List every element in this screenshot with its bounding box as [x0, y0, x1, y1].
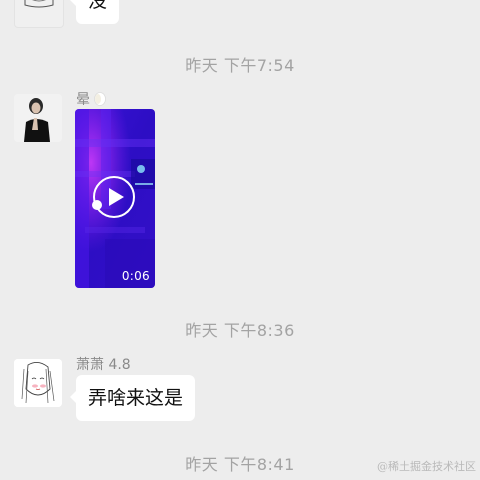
avatar-sketch-image: [14, 359, 62, 407]
avatar-photo-image: [14, 94, 62, 142]
message-bubble-top[interactable]: 没: [69, 0, 120, 24]
watermark: @稀土掘金技术社区: [377, 460, 476, 473]
moon-icon: [94, 92, 107, 106]
message-text-top: 没: [88, 0, 108, 12]
play-icon: [92, 176, 135, 218]
play-button[interactable]: [92, 176, 135, 218]
message-text-2: 弄啥来这是: [88, 387, 184, 409]
avatar-sender-2[interactable]: [14, 359, 62, 407]
video-duration: 0:06: [121, 269, 150, 283]
sender-name-1: 晕: [76, 89, 107, 109]
message-bubble-2[interactable]: 弄啥来这是: [69, 375, 196, 421]
avatar-sender-1[interactable]: [14, 94, 62, 142]
sender-name-2: 萧萧 4.8: [76, 357, 131, 373]
avatar-sketch-image: [24, 0, 54, 8]
timestamp-2: 昨天 下午8:36: [185, 321, 295, 340]
timestamp-1: 昨天 下午7:54: [185, 56, 295, 75]
video-message[interactable]: 0:06: [75, 109, 155, 288]
avatar-top-partial[interactable]: [14, 0, 64, 28]
